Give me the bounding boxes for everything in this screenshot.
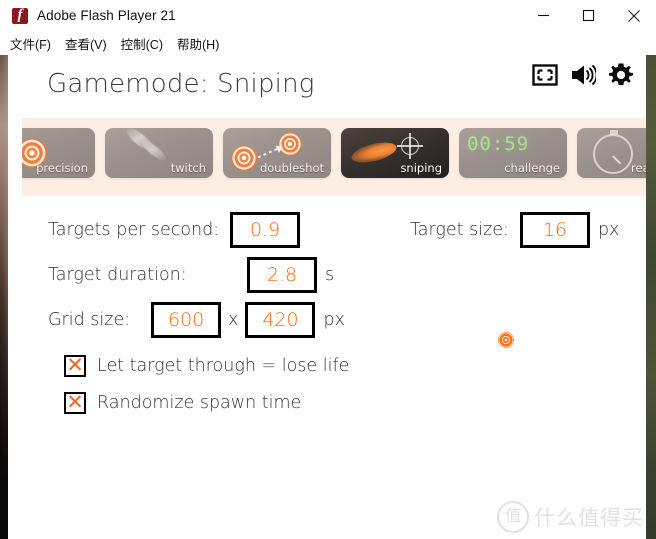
menu-item-file[interactable]: 文件(F) [10,34,51,53]
gear-icon[interactable] [608,62,634,88]
gamemode-tab-row: precision twitch doubleshot sniping 00:5… [22,128,646,178]
flash-player-window: Adobe Flash Player 21 文件(F) 查看(V) 控制(C) … [0,0,656,539]
row-targets-per-second: Targets per second: [48,212,301,248]
title-bar: Adobe Flash Player 21 [0,0,656,31]
checkbox-lose-life-box[interactable]: ✕ [64,353,86,377]
target-duration-input[interactable] [247,257,317,293]
checkbox-lose-life-label: Let target through = lose life [97,356,350,376]
settings-panel: Targets per second: Target size: px Targ… [22,196,646,539]
tab-label-challenge: challenge [504,161,560,175]
menu-item-help[interactable]: 帮助(H) [177,34,219,53]
target-preview-dot [498,332,514,348]
targets-per-second-label: Targets per second: [48,220,220,240]
grid-size-unit: px [323,310,345,330]
stopwatch-stem [610,130,618,135]
target-size-unit: px [597,220,620,240]
maximize-icon [582,9,595,22]
tab-twitch[interactable]: twitch [105,128,213,178]
grid-width-input[interactable] [151,302,222,338]
target-size-label: Target size: [410,220,509,240]
targets-per-second-input[interactable] [230,212,301,248]
close-icon [627,9,640,22]
minimize-button[interactable] [521,0,566,31]
grid-size-label: Grid size: [48,310,131,330]
crosshair-icon [397,133,423,159]
fullscreen-icon[interactable] [532,62,558,88]
menu-item-view[interactable]: 查看(V) [65,34,107,53]
tab-label-doubleshot: doubleshot [259,161,324,175]
minimize-icon [538,14,549,17]
row-target-size: Target size: px [410,212,619,248]
checkbox-lose-life[interactable]: ✕ Let target through = lose life [64,353,350,377]
close-button[interactable] [611,0,656,31]
tab-doubleshot[interactable]: doubleshot [223,128,331,178]
menu-item-control[interactable]: 控制(C) [121,34,163,53]
maximize-button[interactable] [566,0,611,31]
target-duration-label: Target duration: [48,265,187,285]
tab-challenge[interactable]: 00:59 challenge [459,128,567,178]
tab-precision[interactable]: precision [22,128,95,178]
tab-reaction[interactable]: reaction [577,128,646,178]
tab-sniping[interactable]: sniping [341,128,449,178]
sound-icon[interactable] [570,63,596,87]
header-icon-group [532,62,634,88]
tab-label-reaction: reaction [631,161,646,175]
row-grid-size: Grid size: x px [48,302,345,338]
comet-target-icon [349,138,399,167]
flash-stage: Gamemode: Sniping precision twitch doubl… [0,55,656,539]
trajectory-line-icon [257,147,279,159]
menu-bar: 文件(F) 查看(V) 控制(C) 帮助(H) [0,31,656,55]
challenge-timer-digits: 00:59 [467,133,530,155]
stopwatch-hand [612,155,622,165]
check-mark-icon: ✕ [66,390,84,414]
window-title: Adobe Flash Player 21 [37,8,176,23]
swf-content: Gamemode: Sniping precision twitch doubl… [8,55,646,539]
flash-logo-icon [12,6,28,25]
checkbox-randomize-spawn-label: Randomize spawn time [97,393,302,413]
target-ring-icon [231,145,257,171]
tab-label-twitch: twitch [170,161,206,175]
grid-size-separator: x [228,310,239,330]
target-size-input[interactable] [519,212,590,248]
gamemode-header: Gamemode: Sniping [22,55,646,118]
check-mark-icon: ✕ [66,353,84,377]
tab-label-sniping: sniping [400,161,442,175]
tab-label-precision: precision [36,161,88,175]
grid-height-input[interactable] [245,302,316,338]
gamemode-tab-strip: precision twitch doubleshot sniping 00:5… [22,118,646,196]
stopwatch-icon [593,130,633,174]
checkbox-randomize-spawn[interactable]: ✕ Randomize spawn time [64,390,302,414]
page-title: Gamemode: Sniping [47,69,315,99]
streak-icon [139,137,169,164]
row-target-duration: Target duration: s [48,257,334,293]
target-duration-unit: s [325,265,335,285]
checkbox-randomize-spawn-box[interactable]: ✕ [64,390,86,414]
